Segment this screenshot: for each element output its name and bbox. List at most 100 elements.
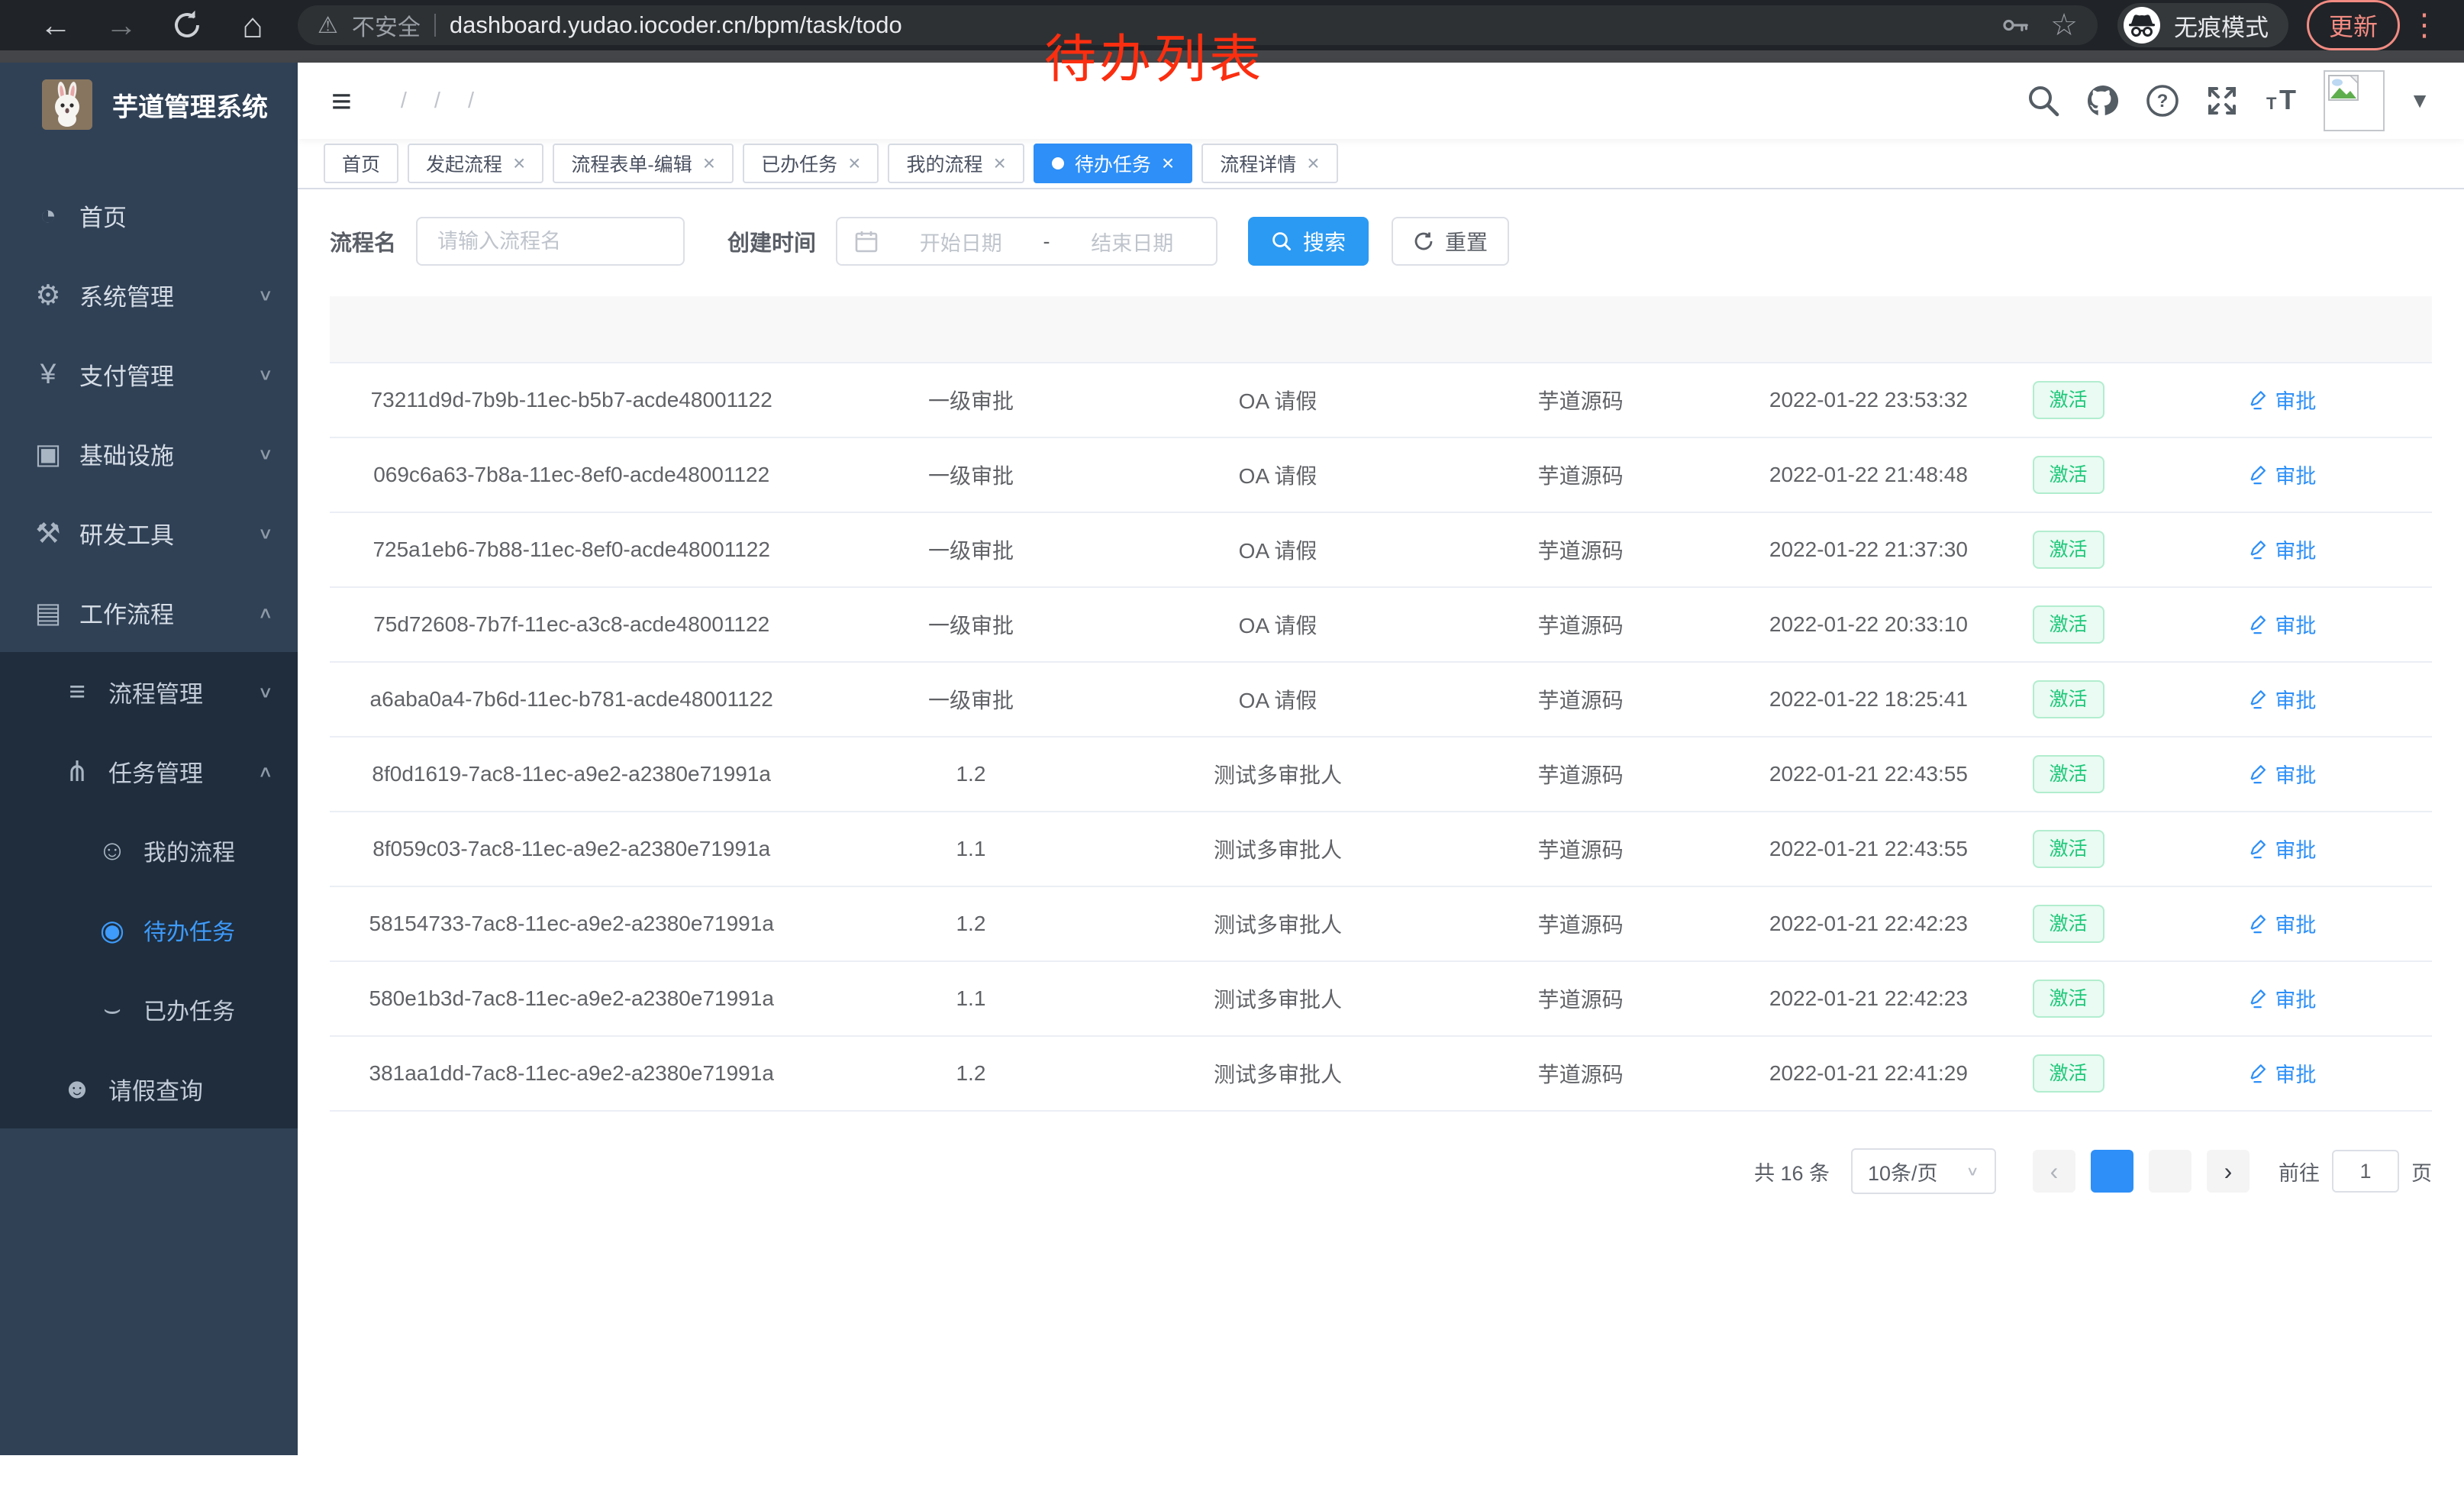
goto-page-input[interactable]: [2332, 1150, 2399, 1193]
tree-icon: ⋔: [60, 755, 95, 788]
menu-item[interactable]: ☻ 请假查询: [0, 1049, 298, 1128]
approve-link[interactable]: 审批: [2249, 684, 2316, 714]
robot-icon: ☺: [95, 834, 130, 867]
table-row: 725a1eb6-7b88-11ec-8ef0-acde48001122 一级审…: [330, 513, 2432, 588]
menu-item[interactable]: ▤ 工作流程 ∧: [0, 573, 298, 652]
chevron-down-icon: ∨: [258, 524, 274, 543]
task-name-cell: 1.2: [813, 762, 1128, 786]
approve-link[interactable]: 审批: [2249, 759, 2316, 789]
next-page-button[interactable]: ›: [2207, 1150, 2250, 1193]
home-icon[interactable]: ⌂: [220, 5, 285, 46]
view-tab[interactable]: 待办任务 ×: [1034, 144, 1192, 183]
sidebar-collapse-icon[interactable]: ≡: [331, 80, 352, 121]
page-number-button[interactable]: [2091, 1150, 2133, 1193]
approve-link[interactable]: 审批: [2249, 534, 2316, 564]
back-icon[interactable]: ←: [23, 7, 89, 44]
prev-page-button[interactable]: ‹: [2033, 1150, 2075, 1193]
breadcrumb-item[interactable]: [454, 89, 474, 114]
briefcase-icon: ▤: [31, 596, 66, 629]
approve-link[interactable]: 审批: [2249, 834, 2316, 863]
sidebar-menu: ◔ 首页 ⚙ 系统管理 ∨ ¥ 支付管理 ∨ ▣ 基础设施 ∨ ⚒: [0, 176, 298, 1128]
reset-button[interactable]: 重置: [1392, 217, 1509, 266]
forward-icon[interactable]: →: [89, 7, 154, 44]
help-icon[interactable]: ?: [2145, 83, 2180, 118]
app-logo: [42, 79, 92, 130]
process-cell: 测试多审批人: [1129, 834, 1427, 864]
starter-cell: 芋道源码: [1427, 460, 1734, 490]
status-badge: 激活: [2033, 755, 2104, 793]
pen-icon: [2249, 390, 2269, 410]
pagination: 共 16 条 10条/页 ∨ ‹ › 前往 页: [330, 1148, 2432, 1194]
menu-item[interactable]: ⚒ 研发工具 ∨: [0, 493, 298, 573]
create-time-cell: 2022-01-22 23:53:32: [1734, 388, 2004, 412]
avatar-caret-icon[interactable]: ▼: [2409, 89, 2430, 113]
menu-item[interactable]: ▣ 基础设施 ∨: [0, 414, 298, 493]
view-tab[interactable]: 我的流程 ×: [888, 144, 1024, 183]
bookmark-star-icon[interactable]: ☆: [2050, 8, 2078, 43]
menu-item[interactable]: ¥ 支付管理 ∨: [0, 334, 298, 414]
process-name-input[interactable]: [416, 217, 685, 266]
page-size-value: 10条/页: [1868, 1157, 1938, 1186]
page-number-button[interactable]: [2149, 1150, 2191, 1193]
date-range-picker[interactable]: 开始日期 - 结束日期: [836, 217, 1217, 266]
page-size-select[interactable]: 10条/页 ∨: [1851, 1148, 1996, 1194]
close-icon[interactable]: ×: [1162, 153, 1174, 174]
approve-link[interactable]: 审批: [2249, 983, 2316, 1013]
approve-label: 审批: [2275, 834, 2316, 863]
browser-menu-icon[interactable]: ⋮: [2408, 8, 2441, 43]
starter-cell: 芋道源码: [1427, 684, 1734, 715]
app-title: 芋道管理系统: [112, 86, 268, 124]
approve-link[interactable]: 审批: [2249, 909, 2316, 938]
breadcrumb-item[interactable]: [421, 89, 440, 114]
task-table: 73211d9d-7b9b-11ec-b5b7-acde48001122 一级审…: [330, 296, 2432, 1112]
view-tab[interactable]: 首页: [324, 144, 398, 183]
reload-icon[interactable]: [154, 9, 220, 41]
tab-label: 流程详情: [1220, 150, 1296, 177]
close-icon[interactable]: ×: [993, 153, 1005, 174]
approve-label: 审批: [2275, 684, 2316, 714]
close-icon[interactable]: ×: [1307, 153, 1319, 174]
task-name-cell: 一级审批: [813, 460, 1128, 490]
incognito-label: 无痕模式: [2174, 8, 2269, 43]
security-label: 不安全: [352, 8, 421, 42]
menu-item[interactable]: ◔ 首页: [0, 176, 298, 255]
table-row: 73211d9d-7b9b-11ec-b5b7-acde48001122 一级审…: [330, 363, 2432, 438]
github-icon[interactable]: [2085, 83, 2121, 118]
close-icon[interactable]: ×: [848, 153, 860, 174]
search-icon[interactable]: [2026, 83, 2061, 118]
menu-item[interactable]: ⌣ 已办任务: [0, 970, 298, 1049]
view-tab[interactable]: 发起流程 ×: [408, 144, 543, 183]
key-icon[interactable]: [2001, 11, 2030, 40]
view-tab[interactable]: 流程表单-编辑 ×: [553, 144, 734, 183]
menu-item[interactable]: ☺ 我的流程: [0, 811, 298, 890]
status-badge: 激活: [2033, 456, 2104, 494]
approve-link[interactable]: 审批: [2249, 460, 2316, 489]
task-id-cell: 725a1eb6-7b88-11ec-8ef0-acde48001122: [330, 537, 813, 562]
close-icon[interactable]: ×: [703, 153, 715, 174]
menu-item[interactable]: ◉ 待办任务: [0, 890, 298, 970]
table-row: 58154733-7ac8-11ec-a9e2-a2380e71991a 1.2…: [330, 887, 2432, 962]
approve-link[interactable]: 审批: [2249, 609, 2316, 639]
menu-item-label: 研发工具: [79, 516, 258, 550]
svg-text:T: T: [2266, 94, 2277, 113]
tag-tabs: 首页 发起流程 × 流程表单-编辑 × 已办任务 × 我的流程: [298, 139, 2464, 189]
breadcrumb-item[interactable]: [387, 89, 407, 114]
search-button[interactable]: 搜索: [1248, 217, 1369, 266]
font-size-icon[interactable]: T T: [2264, 83, 2299, 118]
fullscreen-icon[interactable]: [2204, 83, 2240, 118]
process-cell: OA 请假: [1129, 460, 1427, 490]
calendar-icon: [854, 229, 879, 253]
close-icon[interactable]: ×: [513, 153, 525, 174]
view-tab[interactable]: 已办任务 ×: [743, 144, 879, 183]
menu-item[interactable]: ⚙ 系统管理 ∨: [0, 255, 298, 334]
approve-link[interactable]: 审批: [2249, 385, 2316, 415]
tab-label: 已办任务: [761, 150, 837, 177]
approve-link[interactable]: 审批: [2249, 1058, 2316, 1088]
view-tab[interactable]: 流程详情 ×: [1201, 144, 1337, 183]
menu-item[interactable]: ≡ 流程管理 ∨: [0, 652, 298, 731]
menu-item-label: 首页: [79, 199, 273, 233]
update-button[interactable]: 更新: [2307, 0, 2400, 50]
menu-item[interactable]: ⋔ 任务管理 ∧: [0, 731, 298, 811]
avatar[interactable]: [2324, 70, 2385, 131]
table-row: a6aba0a4-7b6d-11ec-b781-acde48001122 一级审…: [330, 663, 2432, 738]
